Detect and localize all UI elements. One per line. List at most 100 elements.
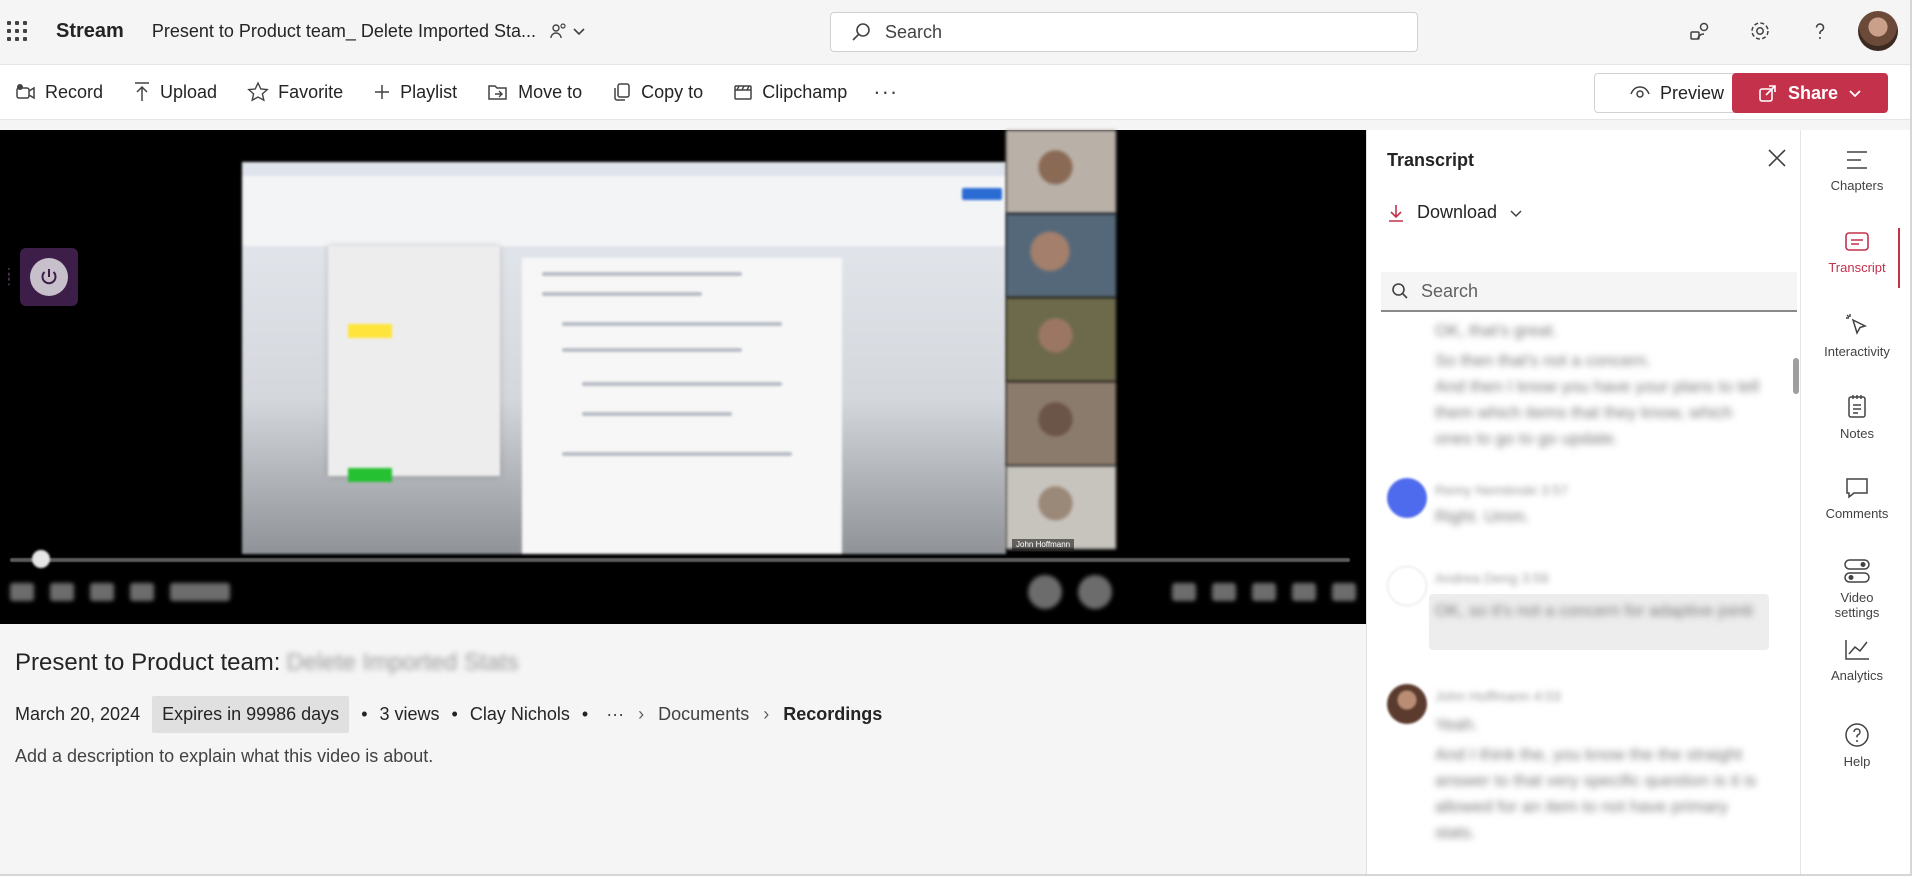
chevron-right-icon: › <box>763 703 770 724</box>
rail-transcript[interactable]: Transcript <box>1801 230 1910 275</box>
copy-icon <box>614 83 630 101</box>
global-search[interactable] <box>830 12 1418 52</box>
record-label: Record <box>45 81 104 102</box>
rail-help[interactable]: Help <box>1801 722 1910 769</box>
speaker-avatar <box>1387 684 1427 724</box>
shared-screen-frame <box>242 162 1006 554</box>
chevron-down-icon <box>1510 209 1522 217</box>
help-circle-icon <box>1845 723 1869 747</box>
close-icon[interactable] <box>1765 146 1789 170</box>
speaker-avatar-icon[interactable] <box>1078 575 1112 609</box>
transcript-line[interactable]: And then I know you have your plans to t… <box>1435 374 1765 452</box>
transcript-panel: Transcript Download OK, that's great. So… <box>1366 130 1800 874</box>
rewind-icon[interactable] <box>50 583 74 601</box>
rail-active-indicator <box>1898 228 1900 288</box>
avatar[interactable] <box>1858 11 1898 51</box>
playlist-button[interactable]: Playlist <box>373 72 457 112</box>
transcript-speaker: John Hoffmann 4:03 <box>1435 688 1561 704</box>
gear-icon[interactable] <box>1730 8 1790 54</box>
transcript-line[interactable]: OK, so it's not a concern for adaptive j… <box>1435 598 1755 624</box>
speaker-avatar <box>1387 566 1427 606</box>
chevron-right-icon: › <box>638 703 645 724</box>
chapters-icon <box>1847 151 1867 169</box>
transcript-icon <box>1845 232 1869 251</box>
analytics-icon <box>1845 640 1869 660</box>
power-button[interactable] <box>20 248 78 306</box>
copy-to-button[interactable]: Copy to <box>612 72 703 112</box>
transcript-line[interactable]: Yeah. <box>1435 712 1478 738</box>
transcript-speaker: Andrea Deng 3:59 <box>1435 570 1549 586</box>
owner-name[interactable]: Clay Nichols <box>470 704 570 725</box>
download-icon <box>1389 204 1403 222</box>
speed-icon[interactable] <box>1252 583 1276 601</box>
search-input[interactable] <box>885 21 1365 43</box>
time-readout <box>170 583 230 601</box>
cursor-click-icon <box>1846 314 1868 335</box>
chevron-down-icon <box>573 28 585 36</box>
favorite-label: Favorite <box>278 81 344 102</box>
player-controls <box>10 570 1356 614</box>
transcript-line[interactable]: Right. Umm. <box>1435 504 1529 530</box>
download-label: Download <box>1417 202 1498 222</box>
volume-icon[interactable] <box>130 583 154 601</box>
favorite-button[interactable]: Favorite <box>247 72 343 112</box>
download-button[interactable]: Download <box>1387 202 1523 223</box>
side-rail: Chapters Transcript Interactivity Notes … <box>1800 130 1910 874</box>
rail-chapters[interactable]: Chapters <box>1801 148 1910 193</box>
rail-notes[interactable]: Notes <box>1801 394 1910 441</box>
pip-icon[interactable] <box>1292 583 1316 601</box>
move-to-button[interactable]: Move to <box>487 72 582 112</box>
rail-interactivity[interactable]: Interactivity <box>1801 312 1910 359</box>
toggle-settings-icon <box>1844 559 1870 583</box>
copy-to-label: Copy to <box>641 81 704 102</box>
video-player[interactable]: John Hoffmann <box>0 130 1366 624</box>
clipchamp-button[interactable]: Clipchamp <box>733 72 847 112</box>
breadcrumb-documents[interactable]: Documents <box>658 704 749 725</box>
record-icon <box>16 84 35 100</box>
drag-handle-icon[interactable]: ⋮ ⋮ <box>2 266 16 286</box>
seek-bar[interactable] <box>10 558 1350 562</box>
video-title-text: Present to Product team: <box>15 649 281 676</box>
forward-icon[interactable] <box>90 583 114 601</box>
top-header: Stream Present to Product team_ Delete I… <box>0 0 1910 62</box>
rail-video-settings[interactable]: Video settings <box>1801 558 1910 620</box>
document-title[interactable]: Present to Product team_ Delete Imported… <box>152 21 536 42</box>
transcript-search[interactable] <box>1381 272 1797 312</box>
speaker-avatar-icon[interactable] <box>1028 575 1062 609</box>
expiration-badge[interactable]: Expires in 99986 days <box>152 695 350 733</box>
participant-strip: John Hoffmann <box>1006 130 1116 554</box>
eye-icon <box>1630 86 1650 98</box>
stream-app: Stream Present to Product team_ Delete I… <box>0 0 1912 876</box>
view-count: 3 views <box>379 703 440 724</box>
transcript-line[interactable]: OK, that's great. <box>1435 318 1557 344</box>
seek-handle[interactable] <box>32 550 50 568</box>
command-toolbar: Record Upload Favorite Playlist Move to … <box>0 64 1910 120</box>
fullscreen-icon[interactable] <box>1332 583 1356 601</box>
transcript-line[interactable]: And I think the, you know the the straig… <box>1435 742 1765 846</box>
rail-analytics[interactable]: Analytics <box>1801 638 1910 683</box>
clipchamp-label: Clipchamp <box>762 81 848 102</box>
transcript-scrollbar[interactable] <box>1793 358 1799 394</box>
breadcrumb-recordings[interactable]: Recordings <box>783 704 882 725</box>
app-launcher-icon[interactable] <box>4 18 30 44</box>
description-field[interactable]: Add a description to explain what this v… <box>15 746 433 767</box>
preview-label: Preview <box>1659 82 1725 103</box>
video-date: March 20, 2024 <box>15 703 141 724</box>
play-icon[interactable] <box>10 583 34 601</box>
breadcrumb-more[interactable]: ··· <box>606 704 624 725</box>
more-options-button[interactable]: ··· <box>873 72 898 112</box>
rail-comments[interactable]: Comments <box>1801 476 1910 521</box>
settings-icon[interactable] <box>1212 583 1236 601</box>
transcript-line[interactable]: So then that's not a concern. <box>1435 348 1651 374</box>
share-access-icon[interactable] <box>550 22 586 40</box>
app-name[interactable]: Stream <box>56 20 124 43</box>
record-button[interactable]: Record <box>14 72 103 112</box>
connections-icon[interactable] <box>1670 8 1730 54</box>
search-icon <box>1392 283 1408 299</box>
upload-button[interactable]: Upload <box>133 72 217 112</box>
help-icon[interactable] <box>1790 8 1850 54</box>
transcript-search-input[interactable] <box>1421 280 1781 302</box>
share-button[interactable]: Share <box>1732 73 1888 113</box>
captions-icon[interactable] <box>1172 583 1196 601</box>
transcript-title: Transcript <box>1387 150 1475 170</box>
